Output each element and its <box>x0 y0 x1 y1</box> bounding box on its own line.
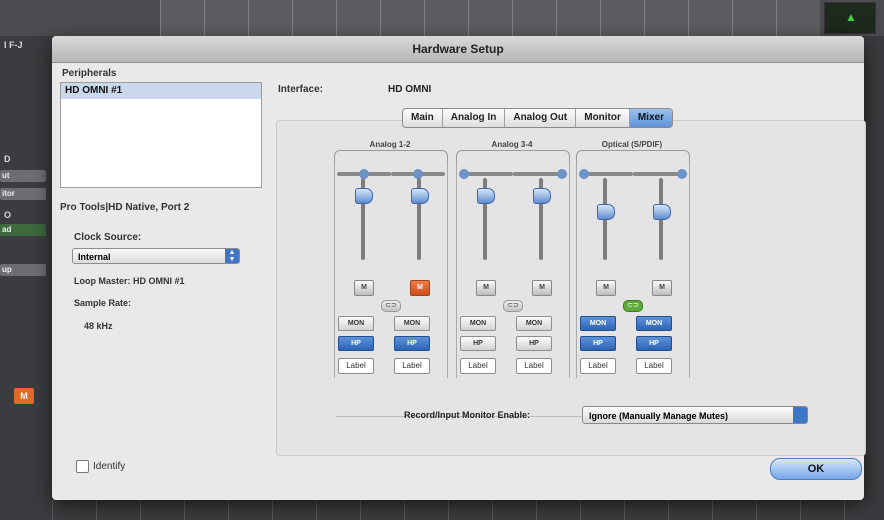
pan-slider[interactable] <box>459 169 513 179</box>
fader-cap[interactable] <box>355 188 373 204</box>
pan-slider[interactable] <box>391 169 445 179</box>
mon-button[interactable]: MON <box>580 316 616 331</box>
dialog-title: Hardware Setup <box>52 36 864 63</box>
fader-cap[interactable] <box>653 204 671 220</box>
loop-master-label: Loop Master: HD OMNI #1 <box>74 276 185 286</box>
mon-button[interactable]: MON <box>636 316 672 331</box>
hp-button[interactable]: HP <box>460 336 496 351</box>
timeline-ruler <box>160 0 820 36</box>
tab-analog-in[interactable]: Analog In <box>443 109 506 127</box>
group-label: Optical (S/PDIF) <box>601 140 663 149</box>
group-label: Analog 1-2 <box>369 140 411 149</box>
track-selector[interactable]: up <box>0 264 46 276</box>
checkbox-icon[interactable] <box>76 460 89 473</box>
select-arrows-icon <box>793 407 807 423</box>
mute-button[interactable]: M <box>410 280 430 296</box>
mon-button[interactable]: MON <box>338 316 374 331</box>
mon-button[interactable]: MON <box>516 316 552 331</box>
tab-mixer[interactable]: Mixer <box>629 109 673 127</box>
daw-right-edge <box>864 36 884 520</box>
mute-button[interactable]: M <box>532 280 552 296</box>
mute-button[interactable]: M <box>652 280 672 296</box>
hp-button[interactable]: HP <box>636 336 672 351</box>
clock-source-label: Clock Source: <box>74 232 142 243</box>
tab-monitor[interactable]: Monitor <box>576 109 630 127</box>
link-icon[interactable]: ⊂⊃ <box>381 300 401 312</box>
fader-cap[interactable] <box>533 188 551 204</box>
fader-cap[interactable] <box>477 188 495 204</box>
clock-source-select[interactable]: Internal ▲ ▼ <box>72 248 240 264</box>
label-button[interactable]: Label <box>580 358 616 374</box>
hp-button[interactable]: HP <box>338 336 374 351</box>
record-monitor-select[interactable]: Ignore (Manually Manage Mutes) <box>582 406 808 424</box>
mute-button[interactable]: M <box>476 280 496 296</box>
tab-analog-out[interactable]: Analog Out <box>505 109 577 127</box>
link-icon[interactable]: ⊂⊃ <box>623 300 643 312</box>
mon-button[interactable]: MON <box>394 316 430 331</box>
mon-button[interactable]: MON <box>460 316 496 331</box>
track-selector[interactable]: ad <box>0 224 46 236</box>
port-label: Pro Tools|HD Native, Port 2 <box>60 202 190 213</box>
label-button[interactable]: Label <box>516 358 552 374</box>
hp-button[interactable]: HP <box>516 336 552 351</box>
interface-value: HD OMNI <box>388 84 432 95</box>
peripherals-label: Peripherals <box>62 68 117 79</box>
daw-bottom-ruler <box>52 500 864 520</box>
link-icon[interactable]: ⊂⊃ <box>503 300 523 312</box>
label-button[interactable]: Label <box>636 358 672 374</box>
identify-checkbox[interactable]: Identify <box>76 460 125 473</box>
pan-slider[interactable] <box>579 169 633 179</box>
label-button[interactable]: Label <box>460 358 496 374</box>
peripherals-list[interactable]: HD OMNI #1 <box>60 82 262 188</box>
record-monitor-label: Record/Input Monitor Enable: <box>404 410 530 420</box>
pan-slider[interactable] <box>337 169 391 179</box>
fader-cap[interactable] <box>411 188 429 204</box>
tab-bar: Main Analog In Analog Out Monitor Mixer <box>402 108 674 128</box>
hardware-setup-dialog: Hardware Setup Peripherals HD OMNI #1 Pr… <box>52 36 866 500</box>
hp-button[interactable]: HP <box>580 336 616 351</box>
track-selector[interactable]: itor <box>0 188 46 200</box>
group-label: Analog 3-4 <box>491 140 533 149</box>
sample-rate-value: 48 kHz <box>84 321 113 331</box>
select-arrows-icon: ▲ ▼ <box>225 249 239 263</box>
pan-knob[interactable] <box>579 169 589 179</box>
pan-slider[interactable] <box>513 169 567 179</box>
track-mute-button[interactable]: M <box>14 388 34 404</box>
mute-button[interactable]: M <box>596 280 616 296</box>
interface-label: Interface: <box>278 84 324 95</box>
label-button[interactable]: Label <box>394 358 430 374</box>
track-selector[interactable]: ut <box>0 170 46 182</box>
tab-main[interactable]: Main <box>403 109 443 127</box>
fader-cap[interactable] <box>597 204 615 220</box>
ok-button[interactable]: OK <box>770 458 862 480</box>
label-button[interactable]: Label <box>338 358 374 374</box>
mute-button[interactable]: M <box>354 280 374 296</box>
pan-knob[interactable] <box>677 169 687 179</box>
sample-rate-label: Sample Rate: <box>74 298 132 308</box>
hp-button[interactable]: HP <box>394 336 430 351</box>
transport-indicator[interactable]: ▲ <box>824 2 876 34</box>
daw-toolbar: ▲ <box>0 0 884 36</box>
peripheral-item[interactable]: HD OMNI #1 <box>61 83 261 99</box>
pan-knob[interactable] <box>557 169 567 179</box>
pan-knob[interactable] <box>459 169 469 179</box>
pan-slider[interactable] <box>633 169 687 179</box>
daw-track-panel: I F-J D ut itor O ad up M <box>0 36 52 520</box>
